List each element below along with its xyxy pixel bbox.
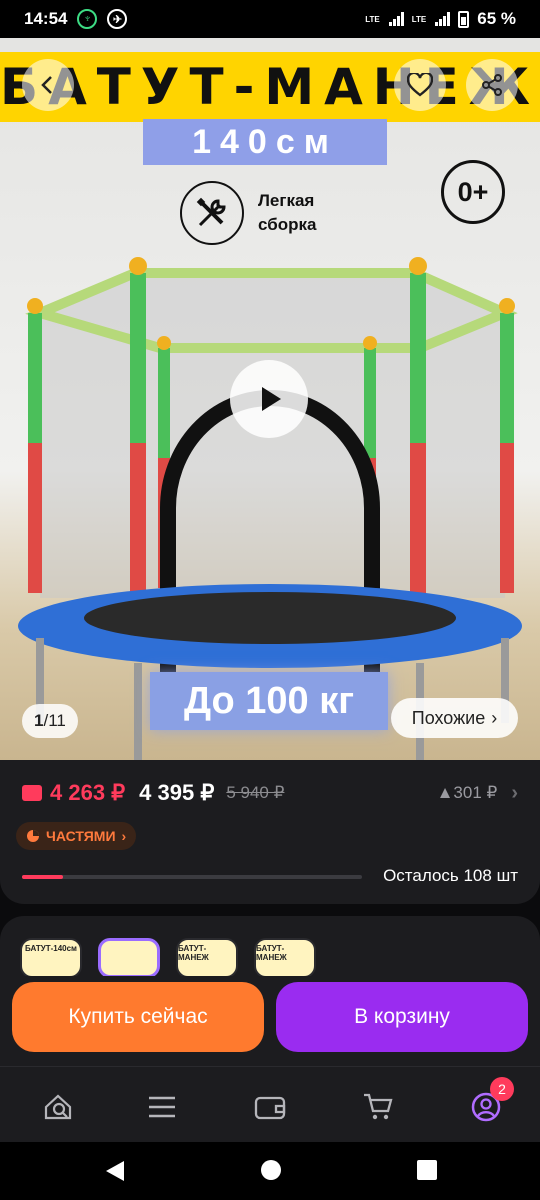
recents-square-icon[interactable] — [416, 1159, 438, 1181]
back-button[interactable] — [22, 59, 74, 111]
search-icon — [44, 1094, 72, 1120]
network-type-2: LTE — [411, 14, 427, 24]
back-triangle-icon[interactable] — [104, 1159, 126, 1183]
counter-current: 1 — [34, 711, 44, 730]
share-icon — [482, 74, 502, 96]
app-notification-icon: ♆ — [77, 9, 98, 29]
tab-search[interactable] — [38, 1087, 78, 1127]
add-to-cart-button[interactable]: В корзину — [276, 982, 528, 1052]
old-price: 5 940 ₽ — [226, 783, 285, 802]
chevron-right-icon: › — [491, 707, 498, 728]
similar-button[interactable]: Похожие › — [391, 698, 518, 738]
main-price: 4 395 ₽ — [139, 780, 215, 805]
price-section: 4 263 ₽ 4 395 ₽ 5 940 ₽ ▲301 ₽ › ЧАСТЯМИ… — [0, 760, 540, 904]
product-gallery[interactable]: БАТУТ-МАНЕЖ 140см Легкая сборка 0+ До 10 — [0, 38, 540, 760]
variant-selector: БАТУТ-140см БАТУТ-МАНЕЖ БАТУТ-МАНЕЖ — [0, 916, 540, 976]
variant-thumbnail[interactable]: БАТУТ-МАНЕЖ — [176, 938, 238, 976]
card-price-value: 4 263 ₽ — [50, 780, 126, 805]
banner-title: БАТУТ-МАНЕЖ — [0, 58, 540, 116]
wallet-card-icon — [22, 785, 42, 801]
variant-thumbnail[interactable]: БАТУТ-МАНЕЖ — [254, 938, 316, 976]
installment-label: ЧАСТЯМИ — [46, 828, 116, 844]
buy-now-button[interactable]: Купить сейчас — [12, 982, 264, 1052]
pie-chart-icon — [27, 830, 39, 842]
signal-icon-2 — [435, 12, 451, 26]
signal-icon — [388, 12, 404, 26]
weight-limit-label: До 100 кг — [150, 672, 388, 730]
system-navigation-bar — [0, 1142, 540, 1200]
chevron-right-icon: › — [121, 828, 127, 844]
activity-icon: ✈ — [107, 9, 128, 29]
cart-icon — [364, 1093, 393, 1120]
installment-button[interactable]: ЧАСТЯМИ › — [16, 822, 137, 850]
favorite-button[interactable] — [394, 59, 446, 111]
tab-wallet[interactable] — [250, 1087, 290, 1127]
bottom-tab-bar: 2 — [0, 1066, 540, 1142]
play-icon — [262, 387, 281, 411]
variant-thumbnail-selected[interactable] — [98, 938, 160, 976]
age-rating-badge: 0+ — [441, 160, 505, 224]
stock-progress-fill — [22, 875, 63, 879]
chevron-left-icon — [41, 76, 52, 94]
variant-thumbnail[interactable]: БАТУТ-140см — [20, 938, 82, 976]
menu-icon — [149, 1096, 175, 1118]
heart-icon — [407, 73, 433, 97]
image-counter: 1 /11 — [22, 704, 78, 738]
action-bar: Купить сейчас В корзину — [0, 976, 540, 1066]
battery-icon — [458, 10, 470, 28]
profile-notification-badge: 2 — [490, 1077, 514, 1101]
product-banner: БАТУТ-МАНЕЖ — [0, 52, 540, 122]
stock-progress-bar — [22, 875, 362, 879]
status-bar: 14:54 ♆ ✈ LTE LTE 65 % — [0, 0, 540, 38]
play-video-button[interactable] — [230, 360, 308, 438]
wallet-icon — [254, 1096, 286, 1120]
counter-total: /11 — [43, 711, 66, 730]
tab-profile[interactable]: 2 — [466, 1077, 514, 1127]
price-row: 4 263 ₽ 4 395 ₽ 5 940 ₽ ▲301 ₽ › — [22, 780, 518, 806]
stock-remaining: Осталось 108 шт — [383, 866, 518, 885]
status-time: 14:54 — [24, 9, 68, 28]
price-details-chevron-icon[interactable]: › — [511, 782, 518, 805]
home-circle-icon[interactable] — [260, 1159, 282, 1181]
tab-catalog[interactable] — [142, 1087, 182, 1127]
share-button[interactable] — [466, 59, 518, 111]
price-increase: ▲301 ₽ — [436, 783, 498, 802]
size-label: 140см — [143, 119, 387, 165]
card-price[interactable]: 4 263 ₽ — [22, 780, 125, 806]
tab-cart[interactable] — [358, 1087, 398, 1127]
battery-level: 65 % — [477, 9, 516, 28]
network-type-1: LTE — [365, 14, 380, 24]
similar-label: Похожие — [411, 707, 486, 728]
